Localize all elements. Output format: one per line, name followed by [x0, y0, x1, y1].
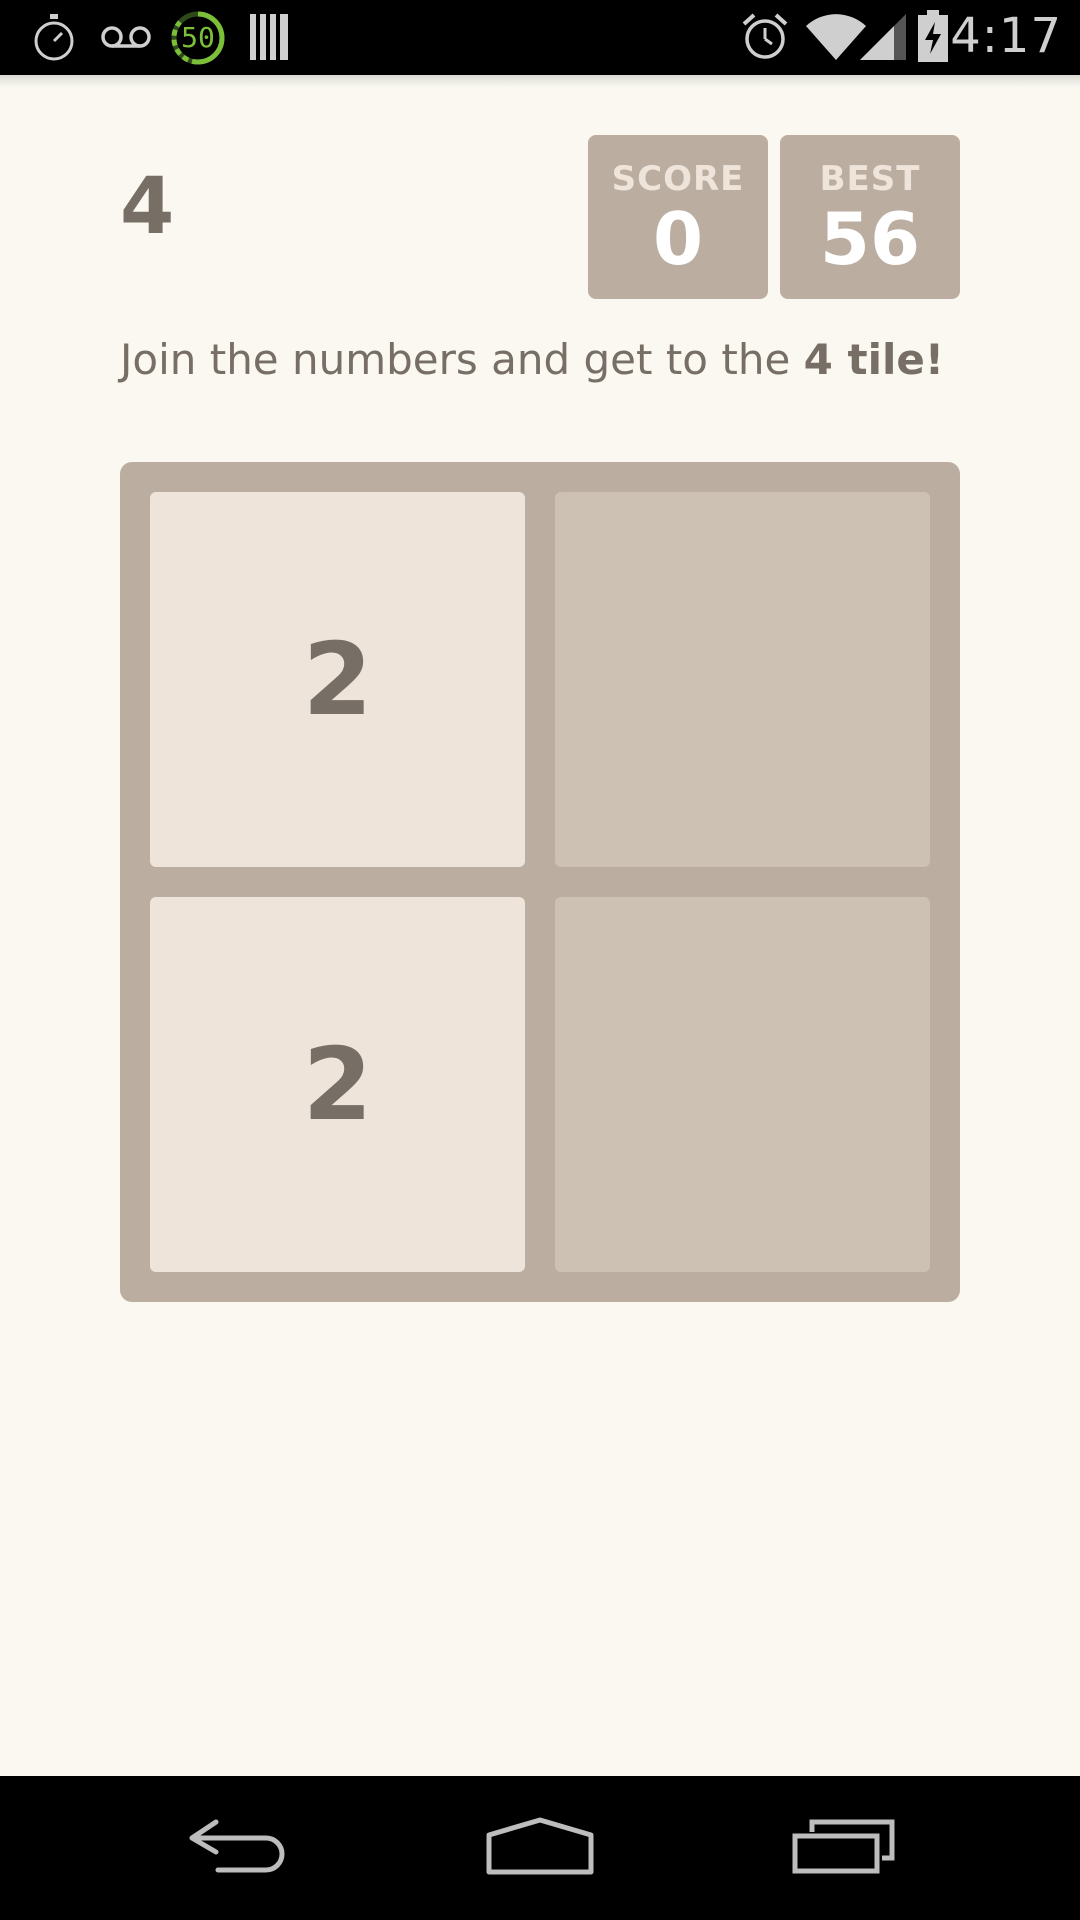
- home-button[interactable]: [440, 1776, 640, 1920]
- board-cell-0-0: 2: [150, 492, 525, 867]
- data-usage-value: 50: [181, 21, 215, 54]
- board-cell-1-0: 2: [150, 897, 525, 1272]
- navigation-bar: [0, 1776, 1080, 1920]
- alarm-icon: [740, 12, 790, 66]
- status-bar: 50 4:17: [0, 0, 1080, 75]
- score-box: SCORE 0: [588, 135, 768, 299]
- status-bar-shadow: [0, 75, 1080, 87]
- best-label: BEST: [819, 159, 921, 199]
- best-value: 56: [819, 197, 921, 281]
- battery-charging-icon: [918, 10, 948, 66]
- best-box: BEST 56: [780, 135, 960, 299]
- barcode-icon: [250, 14, 290, 64]
- home-icon: [485, 1817, 595, 1879]
- intro-text: Join the numbers and get to the: [120, 335, 804, 384]
- board-cell-0-1: [555, 492, 930, 867]
- intro-goal: 4 tile!: [803, 335, 944, 384]
- stopwatch-icon: [32, 12, 76, 66]
- score-label: SCORE: [611, 159, 745, 199]
- back-button[interactable]: [140, 1776, 340, 1920]
- clock: 4:17: [950, 8, 1062, 64]
- score-value: 0: [652, 197, 704, 281]
- game-board[interactable]: 2 2: [120, 462, 960, 1302]
- board-cell-1-1: [555, 897, 930, 1272]
- cell-signal-icon: [860, 14, 906, 64]
- recents-button[interactable]: [744, 1776, 944, 1920]
- recents-icon: [792, 1818, 896, 1878]
- wifi-icon: [806, 14, 866, 64]
- game-title: 4: [120, 162, 175, 252]
- game-intro: Join the numbers and get to the 4 tile!: [120, 335, 1000, 384]
- back-icon: [188, 1818, 292, 1878]
- voicemail-icon: [100, 24, 152, 54]
